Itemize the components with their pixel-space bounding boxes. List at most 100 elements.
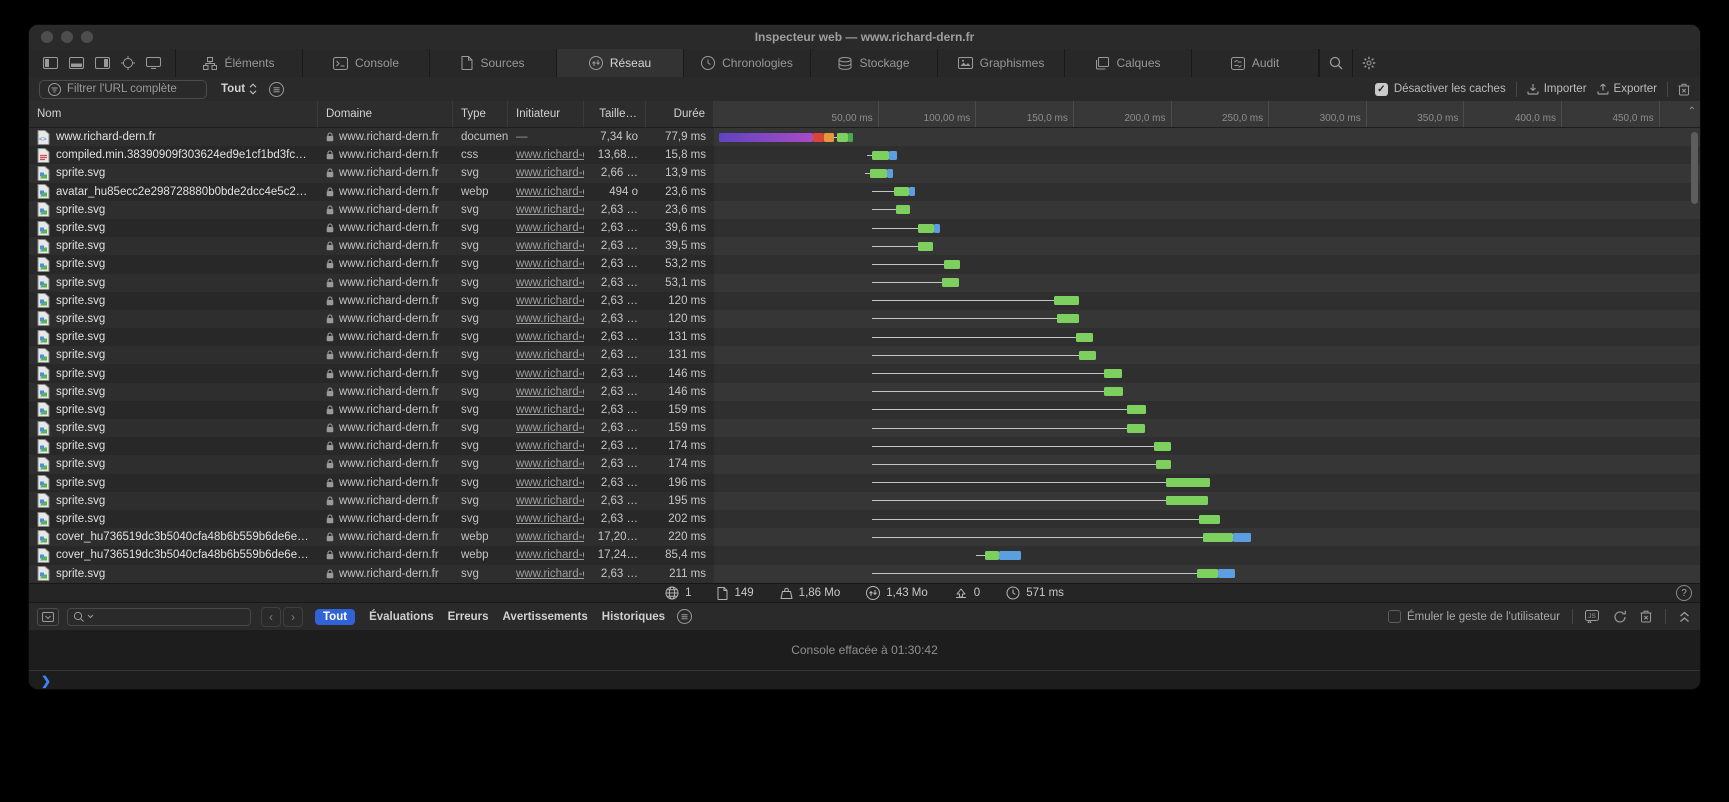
- network-row[interactable]: sprite.svgwww.richard-dern.frsvgwww.rich…: [29, 455, 1700, 473]
- initiator-link[interactable]: www.richard-d…: [516, 513, 584, 525]
- column-header-duree[interactable]: Durée: [646, 101, 714, 127]
- network-row[interactable]: sprite.svgwww.richard-dern.frsvgwww.rich…: [29, 274, 1700, 292]
- network-row[interactable]: sprite.svgwww.richard-dern.frsvgwww.rich…: [29, 346, 1700, 364]
- initiator-link[interactable]: www.richard-d…: [516, 258, 584, 270]
- initiator-link[interactable]: www.richard-d…: [516, 240, 584, 252]
- initiator-link[interactable]: www.richard-d…: [516, 186, 584, 198]
- scroll-top-chevron-icon[interactable]: ⌃: [1688, 106, 1696, 117]
- window-controls[interactable]: [41, 31, 93, 43]
- initiator-link[interactable]: www.richard-d…: [516, 422, 584, 434]
- network-row[interactable]: sprite.svgwww.richard-dern.frsvgwww.rich…: [29, 237, 1700, 255]
- resource-type-dropdown[interactable]: Tout: [221, 83, 257, 95]
- columns-menu-button[interactable]: [269, 82, 284, 97]
- network-row[interactable]: sprite.svgwww.richard-dern.frsvgwww.rich…: [29, 310, 1700, 328]
- network-row[interactable]: sprite.svgwww.richard-dern.frsvgwww.rich…: [29, 219, 1700, 237]
- column-header-type[interactable]: Type: [453, 101, 508, 127]
- initiator-link[interactable]: www.richard-d…: [516, 568, 584, 580]
- console-filter-button[interactable]: [37, 608, 59, 626]
- tab-stockage[interactable]: Stockage: [811, 49, 938, 77]
- tab-réseau[interactable]: Réseau: [557, 49, 684, 77]
- initiator-link[interactable]: www.richard-d…: [516, 167, 584, 179]
- initiator-link[interactable]: www.richard-d…: [516, 495, 584, 507]
- tab-sources[interactable]: Sources: [430, 49, 557, 77]
- tab-console[interactable]: Console: [303, 49, 430, 77]
- next-result-button[interactable]: ›: [283, 607, 303, 627]
- network-row[interactable]: compiled.min.38390909f303624ed9e1cf1bd3f…: [29, 146, 1700, 164]
- network-row[interactable]: cover_hu736519dc3b5040cfa48b6b559b6de6ec…: [29, 546, 1700, 564]
- initiator-link[interactable]: www.richard-d…: [516, 313, 584, 325]
- column-header-domaine[interactable]: Domaine: [318, 101, 453, 127]
- console-scope-tout[interactable]: Tout: [315, 609, 355, 625]
- initiator-link[interactable]: www.richard-d…: [516, 458, 584, 470]
- network-row[interactable]: sprite.svgwww.richard-dern.frsvgwww.rich…: [29, 292, 1700, 310]
- network-row[interactable]: sprite.svgwww.richard-dern.frsvgwww.rich…: [29, 164, 1700, 182]
- dock-left-icon[interactable]: [43, 57, 58, 69]
- initiator-link[interactable]: www.richard-d…: [516, 204, 584, 216]
- element-picker-icon[interactable]: [121, 56, 135, 70]
- vertical-scrollbar[interactable]: [1691, 132, 1698, 204]
- initiator-link[interactable]: www.richard-d…: [516, 277, 584, 289]
- settings-gear-button[interactable]: [1352, 49, 1385, 77]
- network-row[interactable]: sprite.svgwww.richard-dern.frsvgwww.rich…: [29, 492, 1700, 510]
- network-row[interactable]: sprite.svgwww.richard-dern.frsvgwww.rich…: [29, 437, 1700, 455]
- export-button[interactable]: Exporter: [1597, 83, 1657, 95]
- tab-audit[interactable]: Audit: [1192, 49, 1319, 77]
- initiator-link[interactable]: www.richard-d…: [516, 149, 584, 161]
- network-row[interactable]: cover_hu736519dc3b5040cfa48b6b559b6de6ec…: [29, 528, 1700, 546]
- minimize-window-button[interactable]: [61, 31, 73, 43]
- initiator-link[interactable]: www.richard-d…: [516, 531, 584, 543]
- dock-right-icon[interactable]: [95, 57, 110, 69]
- network-row[interactable]: sprite.svgwww.richard-dern.frsvgwww.rich…: [29, 201, 1700, 219]
- previous-result-button[interactable]: ‹: [261, 607, 281, 627]
- network-row[interactable]: <>www.richard-dern.frwww.richard-dern.fr…: [29, 128, 1700, 146]
- network-row[interactable]: sprite.svgwww.richard-dern.frsvgwww.rich…: [29, 401, 1700, 419]
- network-row[interactable]: sprite.svgwww.richard-dern.frsvgwww.rich…: [29, 383, 1700, 401]
- initiator-link[interactable]: www.richard-d…: [516, 477, 584, 489]
- js-context-icon[interactable]: JS: [1585, 610, 1600, 623]
- column-header-nom[interactable]: Nom: [29, 101, 318, 127]
- column-header-taille[interactable]: Taille…: [584, 101, 646, 127]
- console-options-button[interactable]: [677, 609, 692, 624]
- network-row[interactable]: sprite.svgwww.richard-dern.frsvgwww.rich…: [29, 510, 1700, 528]
- initiator-link[interactable]: www.richard-d…: [516, 331, 584, 343]
- tab-graphismes[interactable]: Graphismes: [938, 49, 1065, 77]
- expand-console-icon[interactable]: [1679, 611, 1690, 623]
- trash-icon[interactable]: [1640, 610, 1652, 623]
- tab-chronologies[interactable]: Chronologies: [684, 49, 811, 77]
- tab-calques[interactable]: Calques: [1065, 49, 1192, 77]
- console-scope-évaluations[interactable]: Évaluations: [369, 611, 434, 623]
- network-row[interactable]: avatar_hu85ecc2e298728880b0bde2dcc4e5c23…: [29, 183, 1700, 201]
- initiator-link[interactable]: www.richard-d…: [516, 349, 584, 361]
- console-scope-erreurs[interactable]: Erreurs: [448, 611, 489, 623]
- close-window-button[interactable]: [41, 31, 53, 43]
- reload-icon[interactable]: [1613, 610, 1627, 624]
- network-row[interactable]: sprite.svgwww.richard-dern.frsvgwww.rich…: [29, 255, 1700, 273]
- device-icon[interactable]: [146, 57, 161, 69]
- help-button[interactable]: ?: [1676, 585, 1692, 601]
- emulate-user-gesture-checkbox[interactable]: Émuler le geste de l'utilisateur: [1388, 610, 1560, 623]
- console-prompt[interactable]: ❯: [29, 670, 1700, 690]
- initiator-link[interactable]: www.richard-d…: [516, 386, 584, 398]
- network-row[interactable]: sprite.svgwww.richard-dern.frsvgwww.rich…: [29, 474, 1700, 492]
- network-row[interactable]: sprite.svgwww.richard-dern.frsvgwww.rich…: [29, 364, 1700, 382]
- network-row[interactable]: sprite.svgwww.richard-dern.frsvgwww.rich…: [29, 419, 1700, 437]
- column-header-initiateur[interactable]: Initiateur: [508, 101, 584, 127]
- console-scope-historiques[interactable]: Historiques: [602, 611, 665, 623]
- network-row[interactable]: sprite.svgwww.richard-dern.frsvgwww.rich…: [29, 328, 1700, 346]
- initiator-link[interactable]: www.richard-d…: [516, 549, 584, 561]
- network-row[interactable]: sprite.svgwww.richard-dern.frsvgwww.rich…: [29, 565, 1700, 583]
- import-button[interactable]: Importer: [1527, 83, 1587, 95]
- clear-network-items-button[interactable]: [1678, 83, 1690, 96]
- initiator-link[interactable]: www.richard-d…: [516, 404, 584, 416]
- search-button[interactable]: [1319, 49, 1352, 77]
- disable-caches-checkbox[interactable]: ✓ Désactiver les caches: [1375, 83, 1506, 96]
- initiator-link[interactable]: www.richard-d…: [516, 440, 584, 452]
- dock-bottom-icon[interactable]: [69, 57, 84, 69]
- initiator-link[interactable]: www.richard-d…: [516, 368, 584, 380]
- console-search-input[interactable]: [67, 608, 251, 626]
- url-filter-input[interactable]: Filtrer l'URL complète: [39, 80, 207, 99]
- tab-éléments[interactable]: Éléments: [176, 49, 303, 77]
- initiator-link[interactable]: www.richard-d…: [516, 295, 584, 307]
- initiator-link[interactable]: www.richard-d…: [516, 222, 584, 234]
- zoom-window-button[interactable]: [81, 31, 93, 43]
